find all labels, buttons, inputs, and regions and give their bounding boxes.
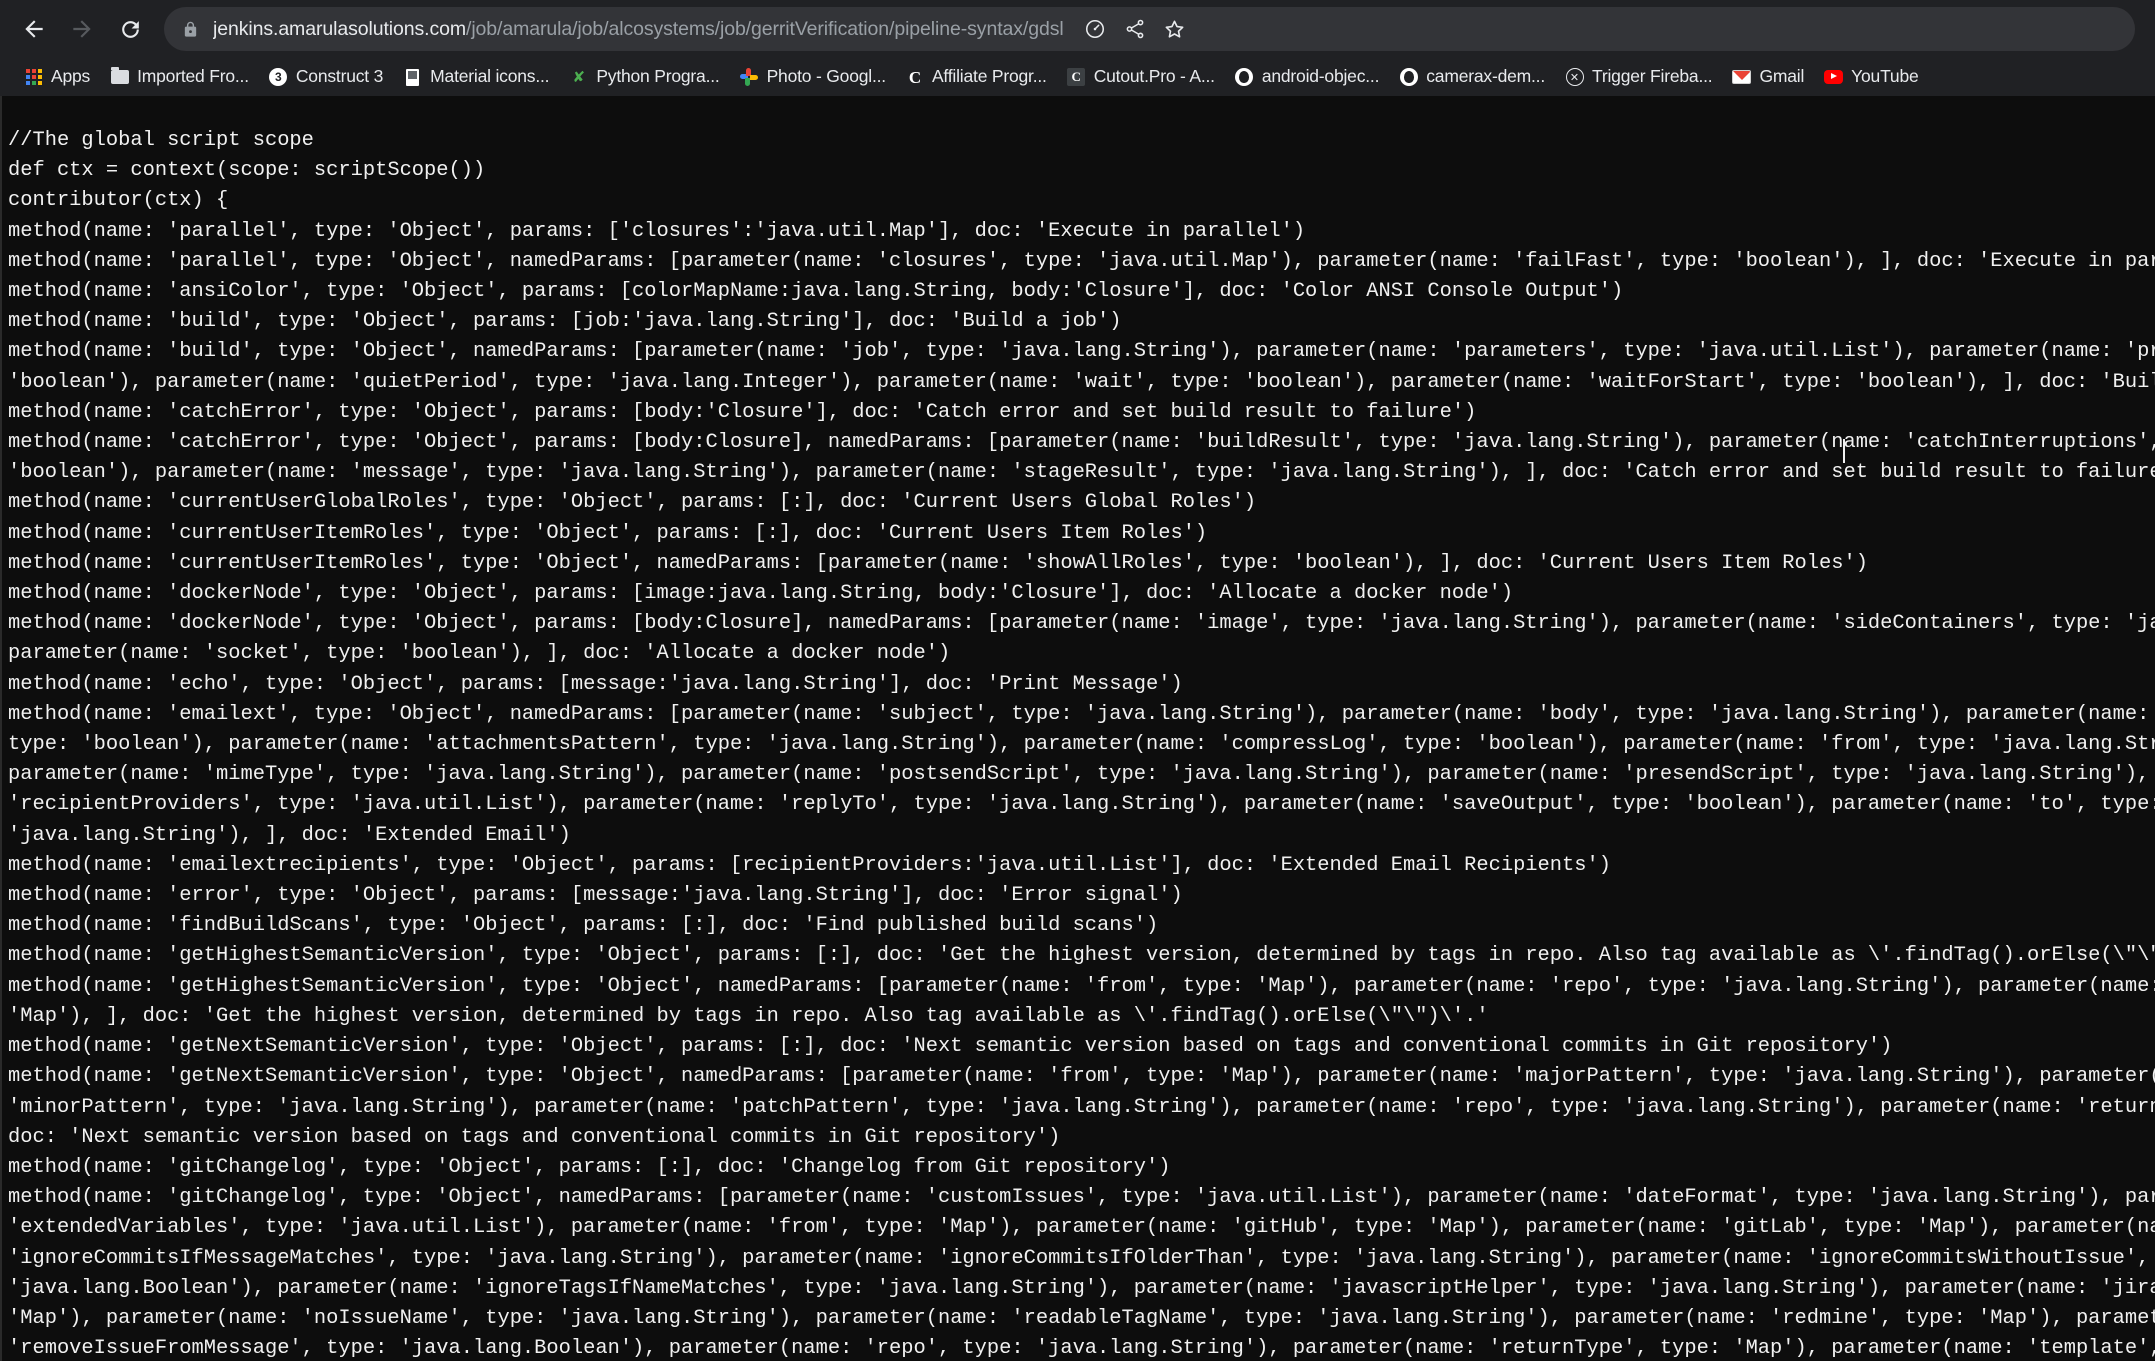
bookmark-label: android-objec... (1261, 66, 1380, 87)
share-icon[interactable] (1118, 12, 1152, 46)
bookmark-gmail[interactable]: Gmail (1722, 62, 1814, 92)
forward-button[interactable] (58, 5, 106, 53)
bookmark-trigger-firebase[interactable]: Trigger Fireba... (1555, 62, 1722, 92)
bookmark-label: Trigger Fireba... (1592, 66, 1713, 87)
construct3-icon: 3 (269, 68, 288, 87)
github-icon (1399, 68, 1418, 87)
bookmark-star-icon[interactable] (1158, 12, 1192, 46)
bookmark-python-programming[interactable]: ✘ Python Progra... (559, 62, 729, 92)
bookmark-construct-3[interactable]: 3 Construct 3 (259, 62, 393, 92)
gmail-icon (1732, 68, 1752, 87)
bookmark-cutout-pro[interactable]: C Cutout.Pro - A... (1057, 62, 1225, 92)
cutout-pro-icon: C (1067, 68, 1086, 87)
bookmark-label: Photo - Googl... (766, 66, 887, 87)
bookmark-label: Affiliate Progr... (931, 66, 1047, 87)
bookmark-label: camerax-dem... (1426, 66, 1546, 87)
omnibox-actions (1078, 12, 1192, 46)
browser-navigation-bar: jenkins.amarulasolutions.com/job/amarula… (0, 0, 2155, 58)
bookmark-google-photos[interactable]: Photo - Googl... (730, 62, 896, 92)
reload-button[interactable] (106, 5, 154, 53)
bookmark-label: Cutout.Pro - A... (1093, 66, 1215, 87)
folder-icon (110, 67, 129, 87)
content-left-border (0, 96, 2, 1361)
bookmark-label: Material icons... (430, 66, 550, 87)
address-bar-url: jenkins.amarulasolutions.com/job/amarula… (213, 18, 1064, 41)
youtube-icon (1824, 68, 1844, 87)
google-photos-icon (740, 68, 759, 87)
bookmark-imported-from[interactable]: Imported Fro... (100, 62, 259, 92)
page-content-area: //The global script scope def ctx = cont… (0, 96, 2155, 1361)
gdsl-code-text: //The global script scope def ctx = cont… (8, 129, 2155, 1361)
performance-icon[interactable] (1078, 12, 1112, 46)
url-host: jenkins.amarulasolutions.com (213, 17, 466, 40)
back-arrow-icon (25, 20, 43, 38)
material-icons-icon (403, 68, 422, 87)
github-icon (1235, 68, 1254, 87)
text-caret (1843, 439, 1845, 463)
python-icon: ✘ (572, 68, 586, 86)
lock-icon (182, 21, 199, 38)
bookmarks-bar: Apps Imported Fro... 3 Construct 3 Mater… (0, 58, 2155, 96)
bookmark-label: Gmail (1759, 66, 1805, 87)
apps-grid-icon (24, 68, 43, 87)
bookmark-camerax-demo[interactable]: camerax-dem... (1389, 62, 1555, 92)
bookmark-label: Python Progra... (596, 66, 720, 87)
bookmark-label: Construct 3 (295, 66, 384, 87)
bookmark-label: Imported Fro... (137, 66, 249, 87)
bookmark-apps[interactable]: Apps (14, 62, 100, 92)
reload-icon (121, 20, 139, 38)
bookmark-android-object[interactable]: android-objec... (1225, 62, 1389, 92)
affiliate-icon: C (908, 67, 922, 87)
bookmark-label: YouTube (1851, 66, 1919, 87)
forward-arrow-icon (73, 20, 91, 38)
bookmark-material-icons[interactable]: Material icons... (393, 62, 559, 92)
bookmark-youtube[interactable]: YouTube (1814, 62, 1928, 92)
firebase-trigger-icon (1565, 68, 1584, 87)
back-button[interactable] (10, 5, 58, 53)
bookmark-label: Apps (51, 66, 91, 87)
address-bar[interactable]: jenkins.amarulasolutions.com/job/amarula… (164, 7, 2135, 51)
url-path: /job/amarula/job/alcosystems/job/gerritV… (466, 17, 1064, 40)
browser-chrome: jenkins.amarulasolutions.com/job/amarula… (0, 0, 2155, 96)
bookmark-affiliate-program[interactable]: C Affiliate Progr... (896, 62, 1057, 92)
